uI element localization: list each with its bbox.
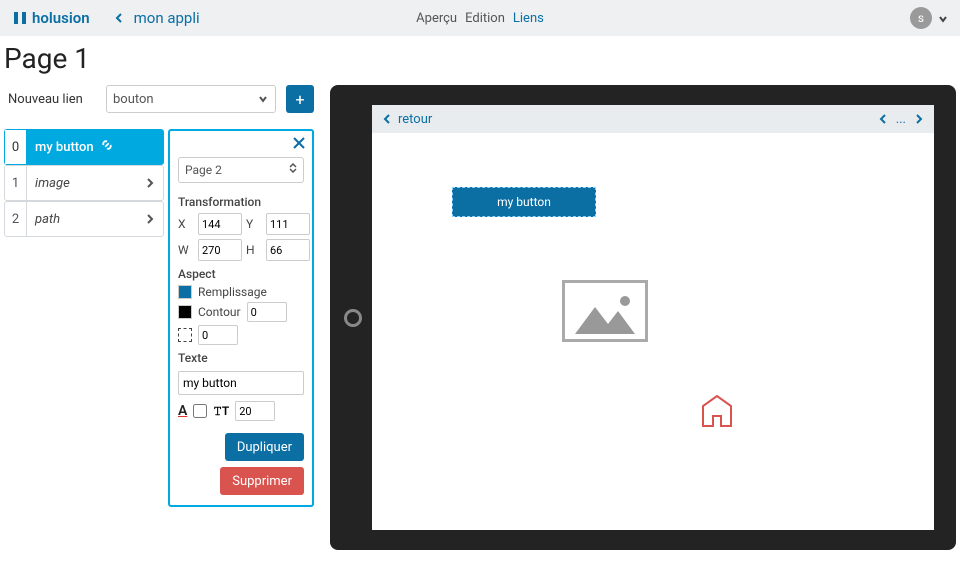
delete-button[interactable]: Supprimer bbox=[220, 467, 304, 495]
chevron-right-icon[interactable] bbox=[914, 114, 924, 124]
transform-h[interactable] bbox=[266, 239, 310, 261]
chevron-left-icon bbox=[114, 13, 124, 23]
link-item-0[interactable]: 0 my button bbox=[4, 129, 164, 165]
avatar[interactable]: s bbox=[910, 7, 932, 29]
page-title: Page 1 bbox=[0, 36, 960, 85]
screen-ellipsis[interactable]: ... bbox=[896, 112, 906, 127]
image-placeholder-icon bbox=[570, 289, 640, 339]
add-link-button[interactable]: + bbox=[286, 85, 314, 113]
duplicate-button[interactable]: Dupliquer bbox=[225, 433, 304, 461]
section-transform: Transformation bbox=[178, 195, 304, 209]
brand-logo[interactable]: holusion bbox=[12, 9, 90, 27]
section-texte: Texte bbox=[178, 351, 304, 365]
radius-icon bbox=[178, 328, 192, 342]
chevron-left-icon bbox=[382, 114, 392, 124]
brand-icon bbox=[12, 10, 28, 26]
user-menu-caret[interactable] bbox=[938, 9, 948, 28]
transform-y[interactable] bbox=[266, 213, 310, 235]
link-list: 0 my button 1 image 2 path bbox=[4, 129, 164, 507]
canvas-image[interactable] bbox=[562, 280, 648, 342]
chevron-right-icon bbox=[145, 214, 155, 224]
device-frame: retour ... my button bbox=[330, 85, 956, 550]
tab-preview[interactable]: Aperçu bbox=[416, 11, 457, 26]
fill-label: Remplissage bbox=[198, 285, 267, 299]
new-link-label: Nouveau lien bbox=[4, 92, 96, 107]
section-aspect: Aspect bbox=[178, 267, 304, 281]
top-tabs: Aperçu Edition Liens bbox=[416, 11, 544, 26]
chevron-left-icon[interactable] bbox=[878, 114, 888, 124]
stroke-label: Contour bbox=[198, 305, 241, 319]
text-toggle[interactable] bbox=[193, 404, 207, 418]
font-size-input[interactable] bbox=[235, 401, 275, 421]
tab-edition[interactable]: Edition bbox=[465, 11, 505, 26]
fill-color-swatch[interactable] bbox=[178, 285, 192, 299]
new-link-type-select[interactable]: bouton bbox=[106, 85, 276, 113]
canvas-home-shape[interactable] bbox=[697, 390, 737, 434]
canvas-button[interactable]: my button bbox=[452, 187, 596, 217]
transform-x[interactable] bbox=[198, 213, 242, 235]
device-screen: retour ... my button bbox=[372, 105, 934, 530]
caret-down-icon bbox=[938, 14, 948, 24]
link-icon bbox=[100, 138, 114, 156]
chevron-right-icon bbox=[145, 178, 155, 188]
font-color-icon[interactable]: A bbox=[178, 403, 187, 419]
link-item-1[interactable]: 1 image bbox=[4, 165, 164, 201]
tab-links[interactable]: Liens bbox=[513, 11, 544, 26]
link-target-select[interactable]: Page 2 bbox=[178, 157, 304, 183]
screen-back-button[interactable]: retour bbox=[382, 112, 432, 127]
radius-input[interactable] bbox=[198, 325, 238, 345]
breadcrumb-label: mon appli bbox=[134, 9, 200, 27]
brand-name: holusion bbox=[32, 9, 90, 27]
stroke-color-swatch[interactable] bbox=[178, 305, 192, 319]
font-size-icon: 𝚃T bbox=[213, 404, 229, 419]
link-item-2[interactable]: 2 path bbox=[4, 201, 164, 237]
home-icon bbox=[697, 390, 737, 430]
stroke-width[interactable] bbox=[247, 302, 287, 322]
device-home-button bbox=[344, 309, 362, 327]
link-detail-panel: Page 2 Transformation X Y W H Aspect bbox=[168, 129, 314, 507]
breadcrumb[interactable]: mon appli bbox=[114, 9, 200, 27]
transform-w[interactable] bbox=[198, 239, 242, 261]
text-value[interactable] bbox=[178, 371, 304, 395]
